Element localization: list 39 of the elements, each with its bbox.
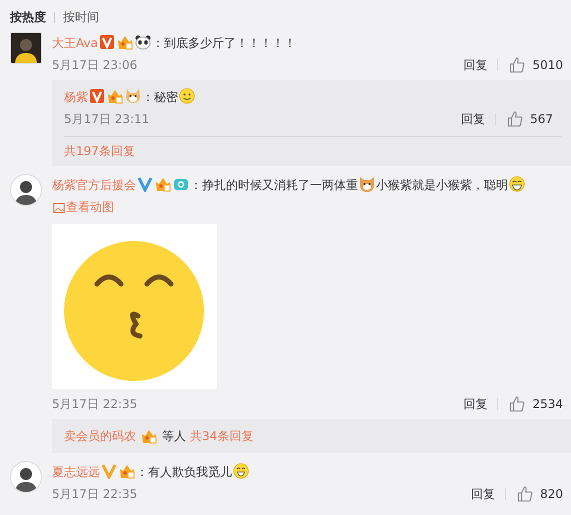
- comment-text: 杨紫官方后援会 ：挣扎的时候又消耗了一两体重 小猴紫就是小猴紫，聪明 查看动图: [52, 174, 571, 218]
- like-button[interactable]: 567: [506, 111, 553, 127]
- comment-date: 5月17日 23:06: [52, 56, 138, 74]
- thumbs-up-icon: [507, 111, 524, 127]
- comment-text: 夏志远远 ：有人欺负我觅儿: [52, 461, 571, 483]
- thumbs-up-icon: [517, 486, 534, 502]
- user-avatar[interactable]: [10, 174, 42, 206]
- laughing-emoji-icon: [509, 176, 525, 192]
- like-button[interactable]: 2534: [508, 396, 563, 412]
- comment-date: 5月17日 22:35: [52, 486, 138, 502]
- sort-tab[interactable]: 按时间: [63, 8, 99, 26]
- crown-badge-icon: [155, 176, 171, 192]
- like-button[interactable]: 820: [516, 486, 563, 502]
- reply-link[interactable]: 回复: [463, 396, 488, 412]
- crown-badge-icon: [116, 34, 133, 50]
- comment-text: 大王Ava ：到底多少斤了！！！！！: [52, 33, 297, 52]
- summary-text: 等人: [162, 428, 186, 444]
- grinning-emoji-icon: [233, 463, 249, 479]
- thumbs-up-icon: [509, 396, 526, 412]
- crown-badge-icon: [141, 428, 157, 444]
- sort-tab[interactable]: 按热度: [10, 8, 46, 26]
- comment-date: 5月17日 22:35: [52, 396, 138, 412]
- crown-badge-icon: [107, 88, 123, 104]
- comment-text: 杨紫 ：秘密: [64, 86, 561, 108]
- cat-emoji-icon: [359, 176, 375, 192]
- smiley-emoji-icon: [179, 88, 195, 104]
- image-icon: [53, 202, 65, 214]
- camera-icon: [173, 176, 189, 192]
- thumbs-up-icon: [509, 57, 526, 73]
- user-avatar[interactable]: [10, 32, 42, 64]
- crown-badge-icon: [119, 463, 135, 479]
- user-avatar[interactable]: [10, 461, 42, 493]
- reply-link[interactable]: 回复: [463, 56, 488, 74]
- dog-emoji-icon: [125, 88, 141, 104]
- comment-date: 5月17日 23:11: [64, 110, 150, 128]
- panda-emoji-icon: [134, 34, 151, 50]
- reply-link[interactable]: 回复: [471, 486, 496, 502]
- reply-link[interactable]: 回复: [461, 110, 486, 128]
- like-button[interactable]: 5010: [508, 57, 563, 73]
